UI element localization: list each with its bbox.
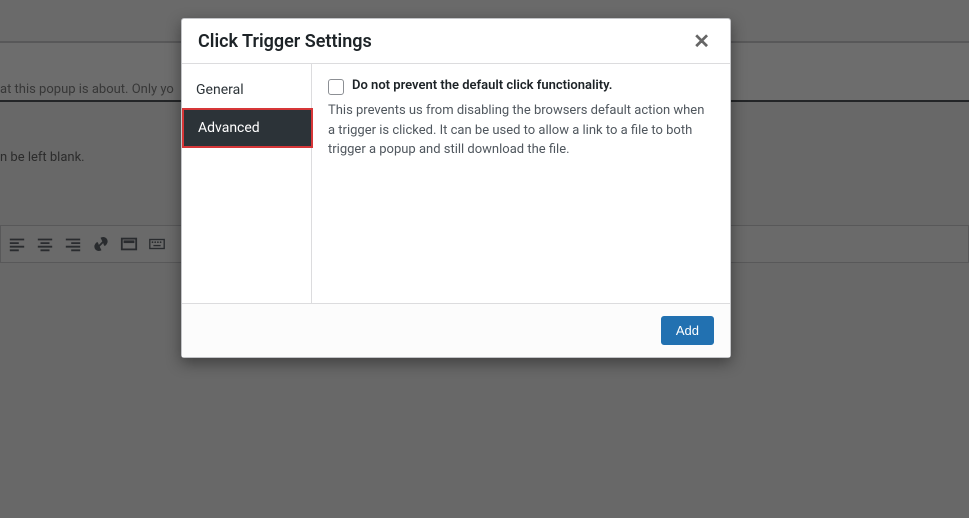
modal-body: General Advanced Do not prevent the defa…	[182, 64, 730, 304]
modal-footer: Add	[182, 304, 730, 357]
settings-tabs: General Advanced	[182, 64, 312, 303]
prevent-default-checkbox[interactable]	[328, 79, 344, 95]
prevent-default-label[interactable]: Do not prevent the default click functio…	[352, 78, 612, 93]
modal-title: Click Trigger Settings	[198, 31, 372, 52]
tab-content-advanced: Do not prevent the default click functio…	[312, 64, 730, 303]
modal-header: Click Trigger Settings ✕	[182, 19, 730, 64]
tab-advanced[interactable]: Advanced	[182, 108, 313, 148]
add-button[interactable]: Add	[661, 316, 714, 345]
close-icon[interactable]: ✕	[689, 29, 714, 53]
prevent-default-description: This prevents us from disabling the brow…	[328, 101, 714, 160]
click-trigger-settings-modal: Click Trigger Settings ✕ General Advance…	[181, 18, 731, 358]
option-row: Do not prevent the default click functio…	[328, 78, 714, 95]
tab-general[interactable]: General	[182, 72, 311, 108]
